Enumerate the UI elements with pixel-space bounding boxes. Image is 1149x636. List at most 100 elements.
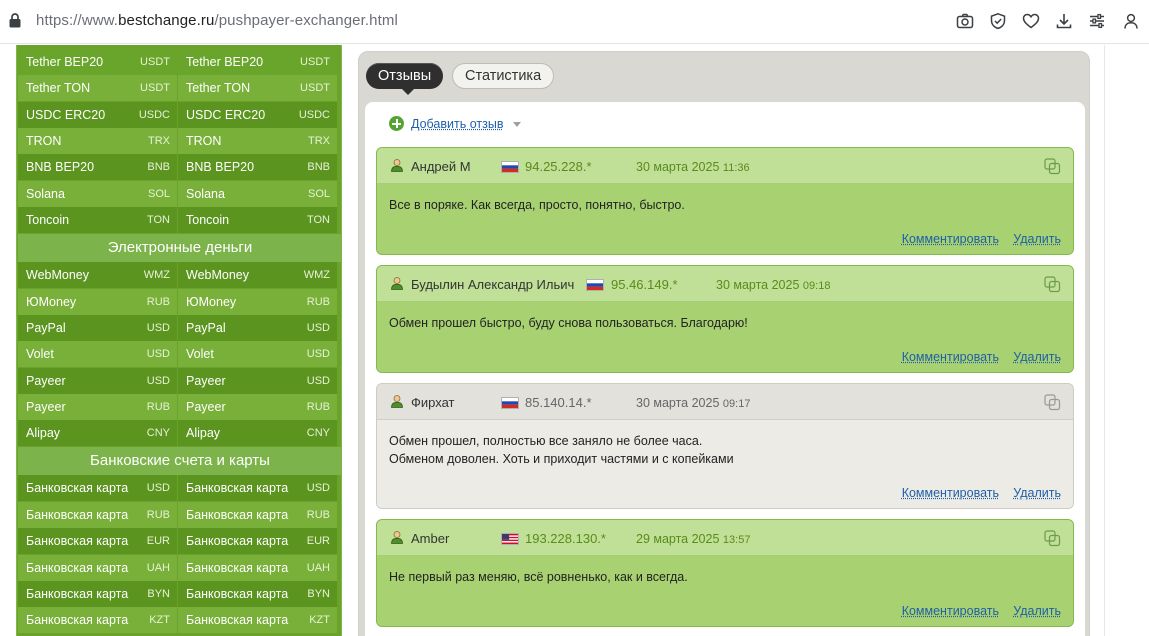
currency-row: Банковская карта UAH Банковская карта UAH [18, 555, 342, 581]
camera-icon[interactable] [956, 12, 974, 30]
get-currency-cell[interactable]: ЮMoney RUB [178, 289, 337, 315]
currency-name: Payeer [186, 400, 226, 414]
give-currency-cell[interactable]: ЮMoney RUB [18, 289, 177, 315]
review-header: Amber 193.228.130.* 29 марта 2025 13:57 [377, 520, 1073, 556]
currency-name: Payeer [26, 400, 66, 414]
currency-name: Solana [26, 187, 65, 201]
give-currency-cell[interactable]: Банковская карта KZT [18, 607, 177, 633]
currency-name: Банковская карта [186, 587, 289, 601]
get-currency-cell[interactable]: Банковская карта RUB [178, 502, 337, 528]
currency-row: Банковская карта EUR Банковская карта EUR [18, 528, 342, 554]
currency-name: Tether TON [186, 81, 251, 95]
currency-name: Tether BEP20 [186, 55, 264, 69]
get-currency-cell[interactable]: WebMoney WMZ [178, 262, 337, 288]
give-currency-cell[interactable]: TRON TRX [18, 128, 177, 154]
currency-code: BNB [147, 161, 170, 173]
delete-link[interactable]: Удалить [1013, 604, 1061, 618]
copy-icon[interactable] [1044, 276, 1061, 293]
give-currency-cell[interactable]: WebMoney WMZ [18, 262, 177, 288]
currency-name: BNB BEP20 [186, 160, 255, 174]
get-currency-cell[interactable]: Solana SOL [178, 181, 337, 207]
copy-icon[interactable] [1044, 530, 1061, 547]
give-currency-cell[interactable]: Alipay CNY [18, 420, 177, 446]
currency-code: RUB [306, 296, 330, 308]
heart-icon[interactable] [1022, 12, 1040, 30]
give-currency-cell[interactable]: Toncoin TON [18, 207, 177, 233]
currency-code: WMZ [143, 269, 170, 281]
currency-code: USDT [300, 56, 330, 68]
give-currency-cell[interactable]: Банковская карта RUB [18, 502, 177, 528]
get-currency-cell[interactable]: Toncoin TON [178, 207, 337, 233]
give-currency-cell[interactable]: Tether BEP20 USDT [18, 49, 177, 75]
currency-row: TRON TRX TRON TRX [18, 128, 342, 154]
get-currency-cell[interactable]: Tether TON USDT [178, 75, 337, 101]
get-currency-cell[interactable]: Банковская карта EUR [178, 528, 337, 554]
give-currency-cell[interactable]: Банковская карта USD [18, 475, 177, 501]
review-author: Amber [411, 531, 450, 546]
copy-icon[interactable] [1044, 158, 1061, 175]
address-bar[interactable]: https://www.bestchange.ru/pushpayer-exch… [36, 12, 398, 29]
give-currency-cell[interactable]: Volet USD [18, 341, 177, 367]
get-currency-cell[interactable]: PayPal USD [178, 315, 337, 341]
get-currency-cell[interactable]: Payeer USD [178, 368, 337, 394]
get-currency-cell[interactable]: USDC ERC20 USDC [178, 102, 337, 128]
give-currency-cell[interactable]: BNB BEP20 BNB [18, 154, 177, 180]
delete-link[interactable]: Удалить [1013, 486, 1061, 500]
comment-link[interactable]: Комментировать [902, 350, 999, 364]
give-currency-cell[interactable]: Банковская карта BYN [18, 581, 177, 607]
currency-name: Alipay [186, 426, 221, 440]
currency-name: Банковская карта [186, 534, 289, 548]
russia-flag-icon [586, 279, 604, 291]
currency-row: Банковская карта BYN Банковская карта BYN [18, 581, 342, 607]
give-currency-cell[interactable]: Payeer RUB [18, 394, 177, 420]
give-currency-cell[interactable]: Банковская карта UAH [18, 555, 177, 581]
currency-row: WebMoney WMZ WebMoney WMZ [18, 262, 342, 288]
currency-name: Toncoin [186, 213, 230, 227]
tab-reviews[interactable]: Отзывы [366, 63, 444, 95]
give-currency-cell[interactable]: Solana SOL [18, 181, 177, 207]
comment-link[interactable]: Комментировать [902, 604, 999, 618]
get-currency-cell[interactable]: Банковская карта BYN [178, 581, 337, 607]
review-card: Фирхат 85.140.14.* 30 марта 2025 09:17 О… [376, 383, 1074, 509]
give-currency-cell[interactable]: Tether TON USDT [18, 75, 177, 101]
get-currency-cell[interactable]: Payeer RUB [178, 394, 337, 420]
lock-icon[interactable] [9, 13, 21, 28]
copy-icon[interactable] [1044, 394, 1061, 411]
review-time: 09:18 [802, 280, 831, 292]
review-card: Amber 193.228.130.* 29 марта 2025 13:57 … [376, 519, 1074, 627]
give-currency-cell[interactable]: Банковская карта EUR [18, 528, 177, 554]
comment-link[interactable]: Комментировать [902, 232, 999, 246]
get-currency-cell[interactable]: BNB BEP20 BNB [178, 154, 337, 180]
currency-name: Toncoin [26, 213, 70, 227]
currency-code: USD [146, 482, 170, 494]
settings-sliders-icon[interactable] [1088, 12, 1106, 30]
give-currency-cell[interactable]: USDC ERC20 USDC [18, 102, 177, 128]
currency-code: BYN [307, 588, 330, 600]
get-currency-cell[interactable]: Volet USD [178, 341, 337, 367]
browser-toolbar: https://www.bestchange.ru/pushpayer-exch… [0, 0, 1149, 44]
comment-link[interactable]: Комментировать [902, 486, 999, 500]
give-currency-cell[interactable]: PayPal USD [18, 315, 177, 341]
currency-code: WMZ [303, 269, 330, 281]
currency-name: WebMoney [26, 268, 89, 282]
review-text: Обмен прошел, полностью все заняло не бо… [389, 434, 734, 466]
profile-icon[interactable] [1122, 12, 1140, 30]
currency-row: Volet USD Volet USD [18, 341, 342, 367]
currency-code: USD [306, 375, 330, 387]
currency-name: Банковская карта [26, 481, 129, 495]
download-icon[interactable] [1055, 12, 1073, 30]
get-currency-cell[interactable]: Банковская карта USD [178, 475, 337, 501]
review-author: Андрей М [411, 159, 471, 174]
get-currency-cell[interactable]: TRON TRX [178, 128, 337, 154]
give-currency-cell[interactable]: Payeer USD [18, 368, 177, 394]
tab-statistics[interactable]: Статистика [452, 63, 555, 89]
currency-name: ЮMoney [26, 295, 77, 309]
get-currency-cell[interactable]: Tether BEP20 USDT [178, 49, 337, 75]
get-currency-cell[interactable]: Банковская карта KZT [178, 607, 337, 633]
shield-check-icon[interactable] [989, 12, 1007, 30]
delete-link[interactable]: Удалить [1013, 232, 1061, 246]
currency-code: EUR [146, 535, 170, 547]
get-currency-cell[interactable]: Alipay CNY [178, 420, 337, 446]
delete-link[interactable]: Удалить [1013, 350, 1061, 364]
get-currency-cell[interactable]: Банковская карта UAH [178, 555, 337, 581]
